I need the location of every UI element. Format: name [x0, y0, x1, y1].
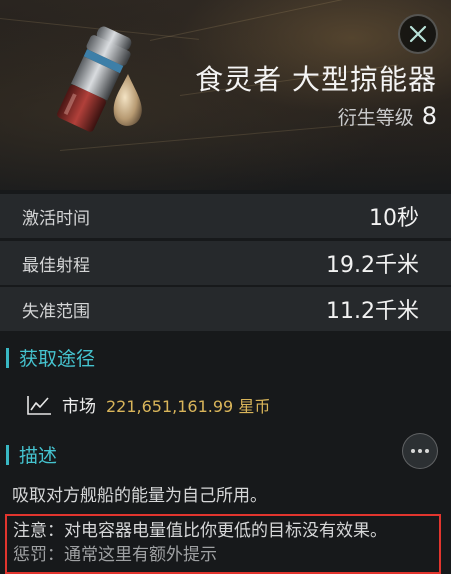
market-chart-icon	[27, 395, 51, 415]
market-price: 221,651,161.99 星币	[106, 396, 271, 416]
acquisition-title: 获取途径	[19, 348, 96, 370]
note-cutoff-text: 惩罚：通常这里有额外提示	[13, 545, 217, 565]
attribute-row-falloff: 失准范围 11.2千米	[0, 287, 451, 331]
close-x-icon	[409, 25, 427, 43]
attribute-label: 最佳射程	[22, 255, 90, 276]
attribute-label: 激活时间	[22, 208, 90, 229]
description-section-header: 描述	[6, 441, 57, 468]
attribute-row-optimal-range: 最佳射程 19.2千米	[0, 241, 451, 285]
more-dots-icon	[411, 449, 415, 453]
derivation-level-value: 8	[421, 102, 437, 130]
derivation-level-label: 衍生等级	[337, 107, 414, 129]
attribute-row-activation-time: 激活时间 10秒	[0, 194, 451, 238]
attribute-label: 失准范围	[22, 301, 90, 322]
description-title: 描述	[19, 445, 58, 467]
more-options-button[interactable]	[402, 433, 438, 469]
market-label: 市场	[62, 397, 96, 417]
close-button[interactable]	[398, 14, 438, 54]
acquisition-section-header: 获取途径	[6, 344, 95, 371]
attribute-value: 19.2千米	[326, 253, 419, 278]
note-text: 注意：对电容器电量值比你更低的目标没有效果。	[13, 521, 387, 541]
market-source-link[interactable]: 市场 221,651,161.99 星币	[26, 392, 270, 417]
description-text: 吸取对方舰船的能量为自己所用。	[12, 486, 267, 506]
derivation-level: 衍生等级 8	[338, 102, 437, 130]
section-accent-bar	[6, 444, 9, 465]
section-accent-bar	[6, 347, 9, 368]
attribute-value: 10秒	[369, 206, 419, 231]
attribute-value: 11.2千米	[326, 299, 419, 324]
energy-canister-icon	[57, 26, 142, 132]
item-title: 食灵者 大型掠能器	[195, 63, 437, 96]
highlighted-note: 注意：对电容器电量值比你更低的目标没有效果。 惩罚：通常这里有额外提示	[5, 514, 441, 574]
